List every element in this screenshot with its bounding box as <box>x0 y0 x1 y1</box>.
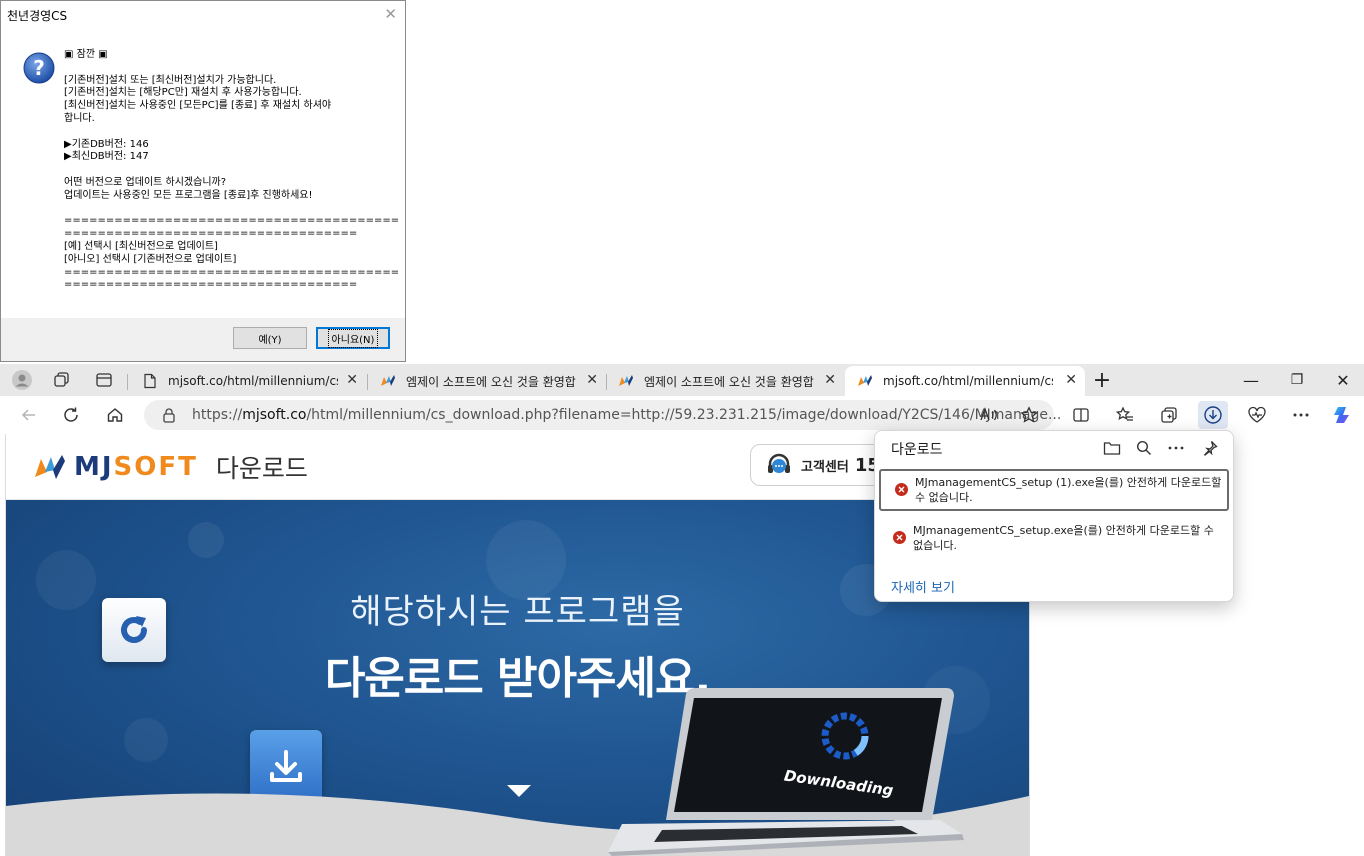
logo-word-mj: MJ <box>74 452 114 482</box>
refresh-tile <box>102 598 166 662</box>
tab-strip: mjsoft.co/html/millennium/cs_do ✕ 엠제이 소프… <box>0 364 1364 396</box>
open-folder-icon[interactable] <box>1101 437 1123 459</box>
tab-title: mjsoft.co/html/millennium/cs_do <box>883 374 1053 388</box>
home-button[interactable] <box>100 401 130 429</box>
dialog-close-button[interactable]: ✕ <box>384 5 397 23</box>
favorites-icon[interactable] <box>1110 401 1140 429</box>
window-close-button[interactable]: ✕ <box>1320 364 1364 396</box>
profile-avatar-icon[interactable] <box>12 370 32 390</box>
error-icon <box>895 483 908 496</box>
logo-word-soft: SOFT <box>113 452 198 482</box>
read-aloud-icon[interactable] <box>974 401 1004 429</box>
dialog-title: 천년경영CS <box>7 9 68 23</box>
more-options-icon[interactable] <box>1165 437 1187 459</box>
download-item[interactable]: MJmanagementCS_setup.exe을(를) 안전하게 다운로드할 … <box>879 519 1229 561</box>
new-tab-button[interactable]: + <box>1091 368 1113 393</box>
tab-close-icon[interactable]: ✕ <box>586 372 598 388</box>
tab-title: mjsoft.co/html/millennium/cs_do <box>168 374 338 388</box>
tab-actions-icon[interactable] <box>94 370 114 390</box>
site-logo[interactable]: MJSOFT 다운로드 <box>34 450 308 484</box>
svg-text:?: ? <box>33 56 45 80</box>
downloads-panel: 다운로드 MJmanagementCS_setup (1).exe을(를) 안전… <box>874 430 1234 602</box>
minimize-button[interactable]: — <box>1228 364 1274 396</box>
refresh-icon <box>121 616 147 643</box>
download-item-text: MJmanagementCS_setup.exe을(를) 안전하게 다운로드할 … <box>913 524 1214 552</box>
laptop-illustration: Downloading <box>608 688 964 856</box>
lock-icon[interactable] <box>162 407 176 423</box>
tab-title: 엠제이 소프트에 오신 것을 환영합 <box>406 374 576 389</box>
favorite-star-icon[interactable] <box>1014 401 1044 429</box>
tab-close-icon[interactable]: ✕ <box>1065 372 1077 388</box>
url-scheme: https:// <box>192 407 243 423</box>
see-more-link[interactable]: 자세히 보기 <box>891 577 955 596</box>
split-screen-icon[interactable] <box>1066 401 1096 429</box>
copilot-icon[interactable] <box>1328 401 1358 429</box>
no-button[interactable]: 아니요(N) <box>316 327 390 349</box>
tab-2[interactable]: 엠제이 소프트에 오신 것을 환영합 ✕ <box>368 366 606 396</box>
mjsoft-logo-icon <box>35 455 65 479</box>
dialog-title-bar[interactable]: 천년경영CS ✕ <box>1 1 405 29</box>
tab-close-icon[interactable]: ✕ <box>346 372 358 388</box>
workspaces-icon[interactable] <box>52 370 72 390</box>
headset-icon <box>768 453 790 473</box>
screen: 천년경영CS ✕ ? ▣ 잠깐 ▣ [기존버전]설치 또는 [최신버전]설치가 … <box>0 0 1364 856</box>
yes-button[interactable]: 예(Y) <box>233 327 307 349</box>
mjsoft-logo-icon <box>858 375 872 386</box>
download-item-text: MJmanagementCS_setup (1).exe을(를) 안전하게 다운… <box>915 476 1222 504</box>
maximize-button[interactable]: ❐ <box>1274 364 1320 396</box>
url-text[interactable]: https://mjsoft.co/html/millennium/cs_dow… <box>192 407 1061 423</box>
dialog-footer: 예(Y) 아니요(N) <box>1 318 405 361</box>
logo-wordmark: MJSOFT <box>74 452 198 482</box>
question-icon: ? <box>23 52 55 84</box>
scroll-down-arrow-icon[interactable] <box>506 784 532 798</box>
tab-1[interactable]: mjsoft.co/html/millennium/cs_do ✕ <box>130 366 366 396</box>
customer-center-label: 고객센터 <box>801 459 849 475</box>
logo-subtitle: 다운로드 <box>215 454 308 483</box>
mjsoft-logo-icon <box>619 375 633 386</box>
more-menu-icon[interactable] <box>1286 401 1316 429</box>
tab-3[interactable]: 엠제이 소프트에 오신 것을 환영합 ✕ <box>606 366 844 396</box>
download-item[interactable]: MJmanagementCS_setup (1).exe을(를) 안전하게 다운… <box>879 469 1229 511</box>
message-dialog: 천년경영CS ✕ ? ▣ 잠깐 ▣ [기존버전]설치 또는 [최신버전]설치가 … <box>0 0 406 362</box>
tab-separator <box>127 374 128 390</box>
browser-essentials-icon[interactable] <box>1242 401 1272 429</box>
tab-4-active[interactable]: mjsoft.co/html/millennium/cs_do ✕ <box>845 366 1085 396</box>
url-path: /html/millennium/cs_download.php?filenam… <box>306 407 1062 423</box>
url-host: mjsoft.co <box>242 407 307 423</box>
mjsoft-logo-icon <box>381 375 395 386</box>
address-bar[interactable]: https://mjsoft.co/html/millennium/cs_dow… <box>144 400 1061 430</box>
tab-close-icon[interactable]: ✕ <box>824 372 836 388</box>
back-button[interactable] <box>14 401 44 429</box>
yes-label: 예(Y) <box>258 334 282 346</box>
downloads-button[interactable] <box>1198 401 1228 429</box>
error-icon <box>893 531 906 544</box>
no-label: 아니요(N) <box>327 328 379 348</box>
dialog-message: ▣ 잠깐 ▣ [기존버전]설치 또는 [최신버전]설치가 가능합니다. [기존버… <box>64 49 400 291</box>
refresh-button[interactable] <box>56 401 86 429</box>
page-icon <box>144 373 156 389</box>
collections-icon[interactable] <box>1154 401 1184 429</box>
pin-icon[interactable] <box>1199 437 1221 459</box>
tab-title: 엠제이 소프트에 오신 것을 환영합 <box>644 374 814 389</box>
search-icon[interactable] <box>1133 437 1155 459</box>
browser-toolbar: https://mjsoft.co/html/millennium/cs_dow… <box>0 396 1364 434</box>
downloads-title: 다운로드 <box>891 442 943 458</box>
